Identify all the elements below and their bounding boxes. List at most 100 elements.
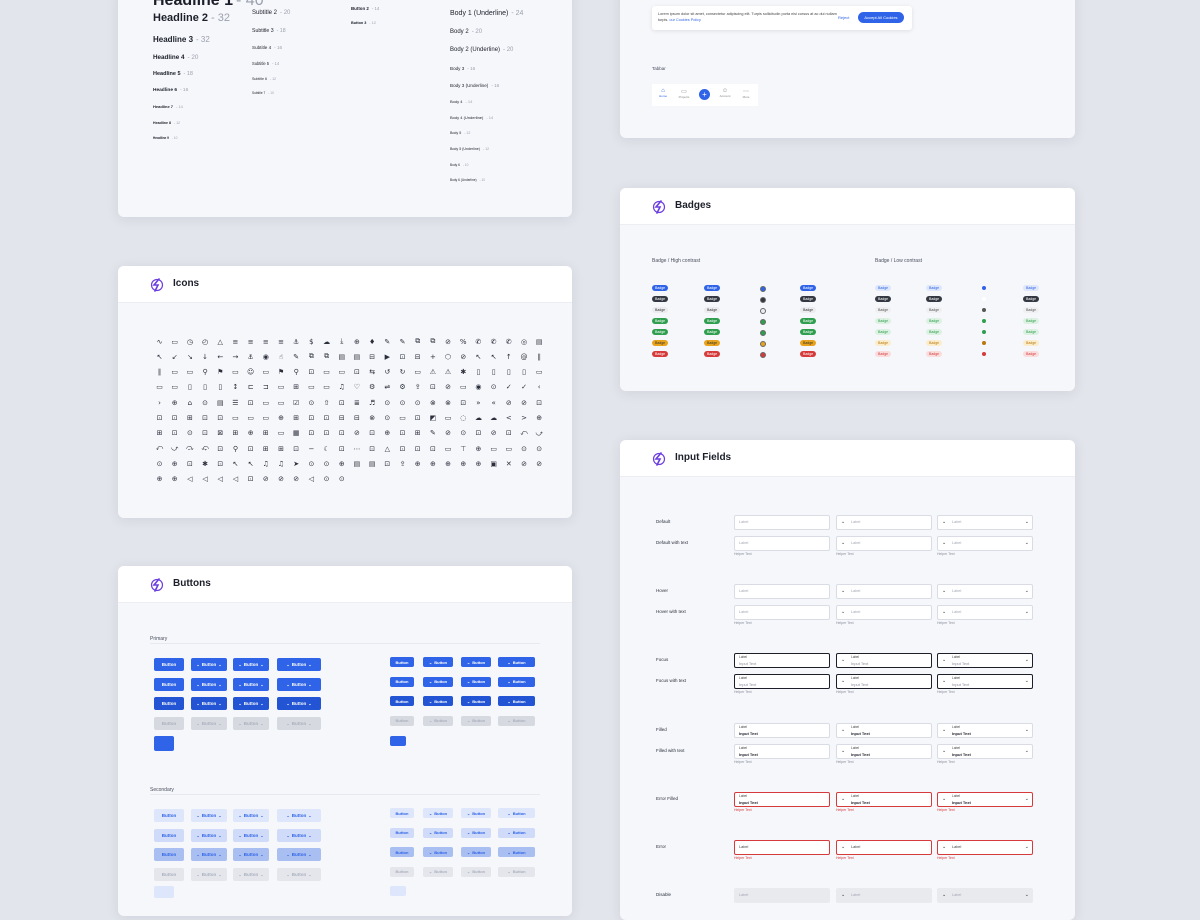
button-sample[interactable]: Button — [154, 677, 184, 691]
button-sample[interactable]: ⌄ Button ⌄ — [191, 848, 227, 861]
reject-button[interactable]: Reject — [838, 15, 849, 20]
cookie-policy-link[interactable]: our Cookies Policy — [669, 18, 700, 22]
input-field[interactable]: ⌄ ⌄ Label — [937, 515, 1033, 530]
input-field[interactable]: ⌄ Label — [836, 515, 932, 530]
tab-projects[interactable]: ▭ Projects — [677, 88, 691, 99]
input-field[interactable]: ⌄ ⌄ Label — [937, 584, 1033, 599]
button-sample-small[interactable]: ⌄ Button — [423, 827, 453, 838]
input-field[interactable]: ⌄ ⌄ Label — [937, 605, 1033, 620]
input-field[interactable]: ⌄ Label — [836, 840, 932, 855]
button-sample-small[interactable]: Button — [390, 866, 414, 877]
button-sample-small[interactable]: ⌄ Button — [498, 696, 535, 706]
input-field[interactable]: Label — [734, 515, 830, 530]
input-field[interactable]: ⌄ ⌄ Label — [937, 840, 1033, 855]
button-sample[interactable]: Button — [154, 716, 184, 730]
button-sample-small[interactable]: ⌄ Button — [423, 715, 453, 726]
button-sample[interactable]: Button — [154, 867, 184, 881]
button-sample-small[interactable]: ⌄ Button — [461, 715, 491, 726]
button-sample-small[interactable]: ⌄ Button — [461, 827, 491, 838]
button-sample-small[interactable]: ⌄ Button — [423, 696, 453, 706]
tab-add-button[interactable]: + — [699, 89, 710, 100]
input-field[interactable]: Label — [734, 584, 830, 599]
button-sample[interactable]: ⌄ Button ⌄ — [277, 809, 321, 822]
button-sample[interactable]: ⌄ Button ⌄ — [233, 848, 269, 861]
icon-button[interactable] — [154, 886, 174, 898]
input-field[interactable]: ⌄ ⌄ Label Input Text — [937, 744, 1033, 759]
button-sample[interactable]: ⌄ Button ⌄ — [233, 716, 269, 730]
button-sample[interactable]: ⌄ Button ⌄ — [191, 809, 227, 822]
input-field[interactable]: ⌄ ⌄ Label — [937, 536, 1033, 551]
button-sample-small[interactable]: ⌄ Button — [423, 808, 453, 818]
button-sample-small[interactable]: ⌄ Button — [498, 657, 535, 667]
button-sample-small[interactable]: Button — [390, 808, 414, 818]
button-sample[interactable]: ⌄ Button ⌄ — [191, 697, 227, 710]
button-sample-small[interactable]: ⌄ Button — [461, 866, 491, 877]
button-sample[interactable]: ⌄ Button ⌄ — [191, 867, 227, 881]
button-sample[interactable]: ⌄ Button ⌄ — [191, 658, 227, 671]
input-field[interactable]: ⌄ ⌄ Label Input Text — [937, 723, 1033, 738]
button-sample[interactable]: ⌄ Button ⌄ — [277, 697, 321, 710]
button-sample[interactable]: ⌄ Button ⌄ — [233, 809, 269, 822]
input-field[interactable]: ⌄ Label Input Text — [836, 723, 932, 738]
button-sample[interactable]: ⌄ Button ⌄ — [233, 828, 269, 842]
input-field[interactable]: ⌄ Label Input Text — [836, 653, 932, 668]
button-sample[interactable]: ⌄ Button ⌄ — [191, 716, 227, 730]
button-sample[interactable]: ⌄ Button ⌄ — [277, 828, 321, 842]
button-sample-small[interactable]: ⌄ Button — [498, 808, 535, 818]
button-sample-small[interactable]: Button — [390, 715, 414, 726]
button-sample-small[interactable]: Button — [390, 676, 414, 687]
button-sample[interactable]: ⌄ Button ⌄ — [277, 848, 321, 861]
button-sample[interactable]: ⌄ Button ⌄ — [191, 677, 227, 691]
button-sample-small[interactable]: ⌄ Button — [461, 696, 491, 706]
icon-button-small[interactable] — [390, 886, 406, 896]
button-sample[interactable]: ⌄ Button ⌄ — [233, 658, 269, 671]
button-sample-small[interactable]: Button — [390, 847, 414, 857]
input-field[interactable]: ⌄ Label — [836, 605, 932, 620]
button-sample-small[interactable]: ⌄ Button — [423, 847, 453, 857]
button-sample[interactable]: ⌄ Button ⌄ — [277, 867, 321, 881]
button-sample[interactable]: Button — [154, 809, 184, 822]
button-sample-small[interactable]: ⌄ Button — [461, 657, 491, 667]
button-sample-small[interactable]: ⌄ Button — [498, 866, 535, 877]
button-sample-small[interactable]: ⌄ Button — [498, 847, 535, 857]
button-sample[interactable]: ⌄ Button ⌄ — [277, 716, 321, 730]
button-sample[interactable]: ⌄ Button ⌄ — [233, 867, 269, 881]
button-sample-small[interactable]: ⌄ Button — [423, 866, 453, 877]
accept-cookies-button[interactable]: Accept All Cookies — [858, 12, 904, 23]
tab-home[interactable]: ⌂ Home — [656, 88, 670, 98]
input-field[interactable]: ⌄ ⌄ Label — [937, 888, 1033, 903]
button-sample-small[interactable]: ⌄ Button — [461, 676, 491, 687]
input-field[interactable]: ⌄ Label Input Text — [836, 674, 932, 689]
icon-button-small[interactable] — [390, 736, 406, 746]
button-sample-small[interactable]: ⌄ Button — [423, 657, 453, 667]
tab-account[interactable]: ☺ Account — [718, 88, 732, 98]
input-field[interactable]: Label Input Text — [734, 792, 830, 807]
button-sample-small[interactable]: ⌄ Button — [461, 808, 491, 818]
input-field[interactable]: Label — [734, 888, 830, 903]
input-field[interactable]: Label Input Text — [734, 744, 830, 759]
input-field[interactable]: Label Input Text — [734, 674, 830, 689]
input-field[interactable]: Label — [734, 536, 830, 551]
button-sample-small[interactable]: ⌄ Button — [498, 827, 535, 838]
input-field[interactable]: Label Input Text — [734, 653, 830, 668]
button-sample-small[interactable]: Button — [390, 696, 414, 706]
input-field[interactable]: ⌄ Label — [836, 888, 932, 903]
button-sample[interactable]: ⌄ Button ⌄ — [233, 677, 269, 691]
button-sample-small[interactable]: Button — [390, 827, 414, 838]
button-sample[interactable]: Button — [154, 697, 184, 710]
input-field[interactable]: ⌄ Label Input Text — [836, 792, 932, 807]
button-sample[interactable]: ⌄ Button ⌄ — [191, 828, 227, 842]
icon-button[interactable] — [154, 736, 174, 751]
input-field[interactable]: ⌄ ⌄ Label Input Text — [937, 792, 1033, 807]
button-sample[interactable]: Button — [154, 848, 184, 861]
input-field[interactable]: ⌄ ⌄ Label Input Text — [937, 674, 1033, 689]
button-sample-small[interactable]: ⌄ Button — [498, 715, 535, 726]
button-sample[interactable]: ⌄ Button ⌄ — [277, 677, 321, 691]
input-field[interactable]: Label — [734, 840, 830, 855]
button-sample-small[interactable]: Button — [390, 657, 414, 667]
input-field[interactable]: ⌄ Label — [836, 536, 932, 551]
input-field[interactable]: ⌄ Label — [836, 584, 932, 599]
button-sample-small[interactable]: ⌄ Button — [423, 676, 453, 687]
input-field[interactable]: ⌄ Label Input Text — [836, 744, 932, 759]
input-field[interactable]: Label Input Text — [734, 723, 830, 738]
